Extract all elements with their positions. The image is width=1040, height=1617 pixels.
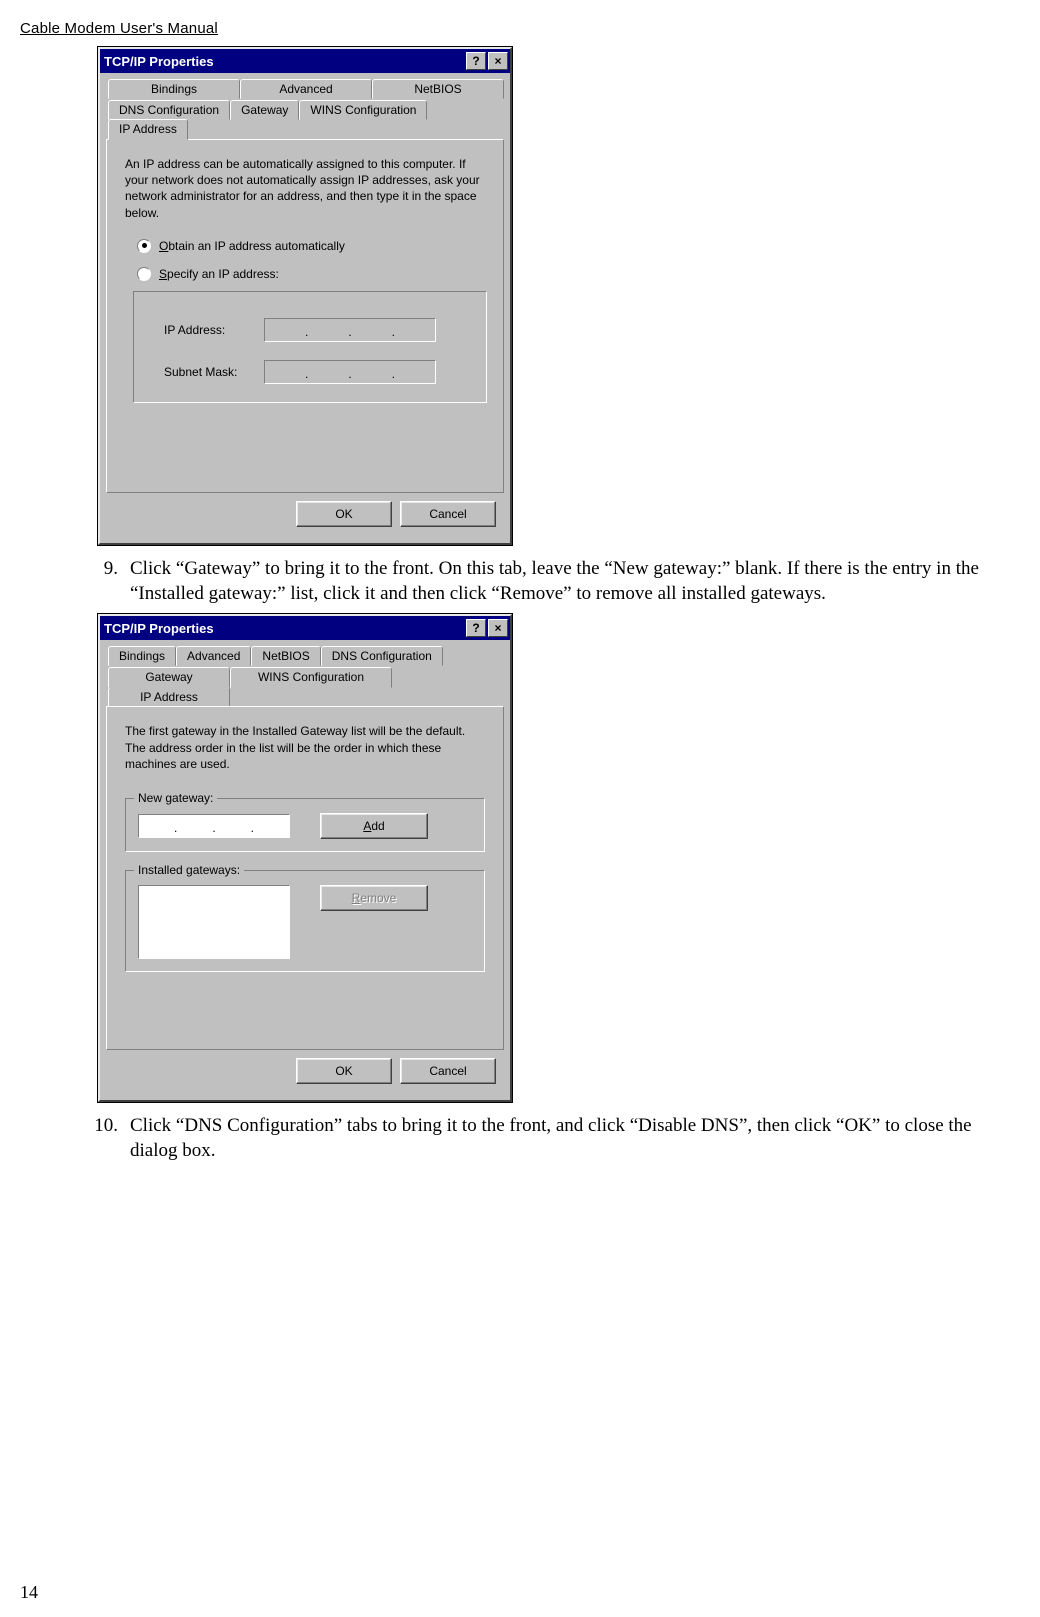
new-gateway-group: New gateway: . . . Add [125,798,485,852]
dialog-button-bar: OK Cancel [106,1050,504,1094]
step-text: Click “Gateway” to bring it to the front… [130,557,1020,606]
radio-label: Obtain an IP address automatically [159,239,345,253]
panel-help-text: The first gateway in the Installed Gatew… [125,723,485,772]
ip-address-input[interactable]: . . . [264,318,436,342]
step-9: 9. Click “Gateway” to bring it to the fr… [78,557,1020,606]
tab-bindings[interactable]: Bindings [108,79,240,99]
subnet-mask-label: Subnet Mask: [164,365,264,379]
ip-address-label: IP Address: [164,323,264,337]
add-button[interactable]: Add [320,813,428,839]
tab-netbios[interactable]: NetBIOS [251,646,320,666]
ok-button[interactable]: OK [296,1058,392,1084]
tab-dns-configuration[interactable]: DNS Configuration [321,646,443,666]
dialog-title: TCP/IP Properties [104,621,464,636]
running-head: Cable Modem User's Manual [20,20,1020,37]
step-number: 10. [78,1114,130,1163]
installed-gateways-legend: Installed gateways: [134,863,244,877]
specify-ip-group: IP Address: . . . Subnet Mask: . [133,291,487,403]
subnet-mask-input[interactable]: . . . [264,360,436,384]
titlebar: TCP/IP Properties ? × [100,616,510,640]
dialog-button-bar: OK Cancel [106,493,504,537]
close-button[interactable]: × [488,619,508,637]
tab-wins-configuration[interactable]: WINS Configuration [299,100,427,120]
ip-address-panel: An IP address can be automatically assig… [106,139,504,493]
titlebar: TCP/IP Properties ? × [100,49,510,73]
panel-help-text: An IP address can be automatically assig… [125,156,485,221]
step-10: 10. Click “DNS Configuration” tabs to br… [78,1114,1020,1163]
ok-button[interactable]: OK [296,501,392,527]
help-button[interactable]: ? [466,619,486,637]
tab-ip-address[interactable]: IP Address [108,687,230,707]
tab-gateway[interactable]: Gateway [230,100,299,120]
step-number: 9. [78,557,130,606]
step-text: Click “DNS Configuration” tabs to bring … [130,1114,1020,1163]
tcpip-properties-dialog-ipaddress: TCP/IP Properties ? × Bindings Advanced … [98,47,512,545]
radio-icon [137,239,151,253]
tab-ip-address[interactable]: IP Address [108,119,188,140]
cancel-button[interactable]: Cancel [400,1058,496,1084]
page-number: 14 [20,1582,38,1603]
gateway-panel: The first gateway in the Installed Gatew… [106,706,504,1050]
tab-dns-configuration[interactable]: DNS Configuration [108,100,230,120]
tab-row-2: DNS Configuration Gateway WINS Configura… [106,98,504,139]
tab-bindings[interactable]: Bindings [108,646,176,666]
tab-row-1: Bindings Advanced NetBIOS [106,77,504,98]
cancel-button[interactable]: Cancel [400,501,496,527]
close-button[interactable]: × [488,52,508,70]
tab-wins-configuration[interactable]: WINS Configuration [230,667,392,688]
tab-advanced[interactable]: Advanced [176,646,251,666]
radio-specify-ip[interactable]: Specify an IP address: [137,267,491,281]
installed-gateways-group: Installed gateways: Remove [125,870,485,972]
tab-row-2: Gateway WINS Configuration IP Address [106,665,504,706]
tab-advanced[interactable]: Advanced [240,79,372,99]
radio-icon [137,267,151,281]
new-gateway-input[interactable]: . . . [138,814,290,838]
radio-label: Specify an IP address: [159,267,279,281]
tab-netbios[interactable]: NetBIOS [372,79,504,99]
tab-row-1: Bindings Advanced NetBIOS DNS Configurat… [106,644,504,665]
help-button[interactable]: ? [466,52,486,70]
new-gateway-legend: New gateway: [134,791,217,805]
radio-obtain-auto[interactable]: Obtain an IP address automatically [137,239,491,253]
remove-button[interactable]: Remove [320,885,428,911]
tcpip-properties-dialog-gateway: TCP/IP Properties ? × Bindings Advanced … [98,614,512,1102]
installed-gateways-list[interactable] [138,885,290,959]
dialog-title: TCP/IP Properties [104,54,464,69]
tab-gateway[interactable]: Gateway [108,667,230,688]
